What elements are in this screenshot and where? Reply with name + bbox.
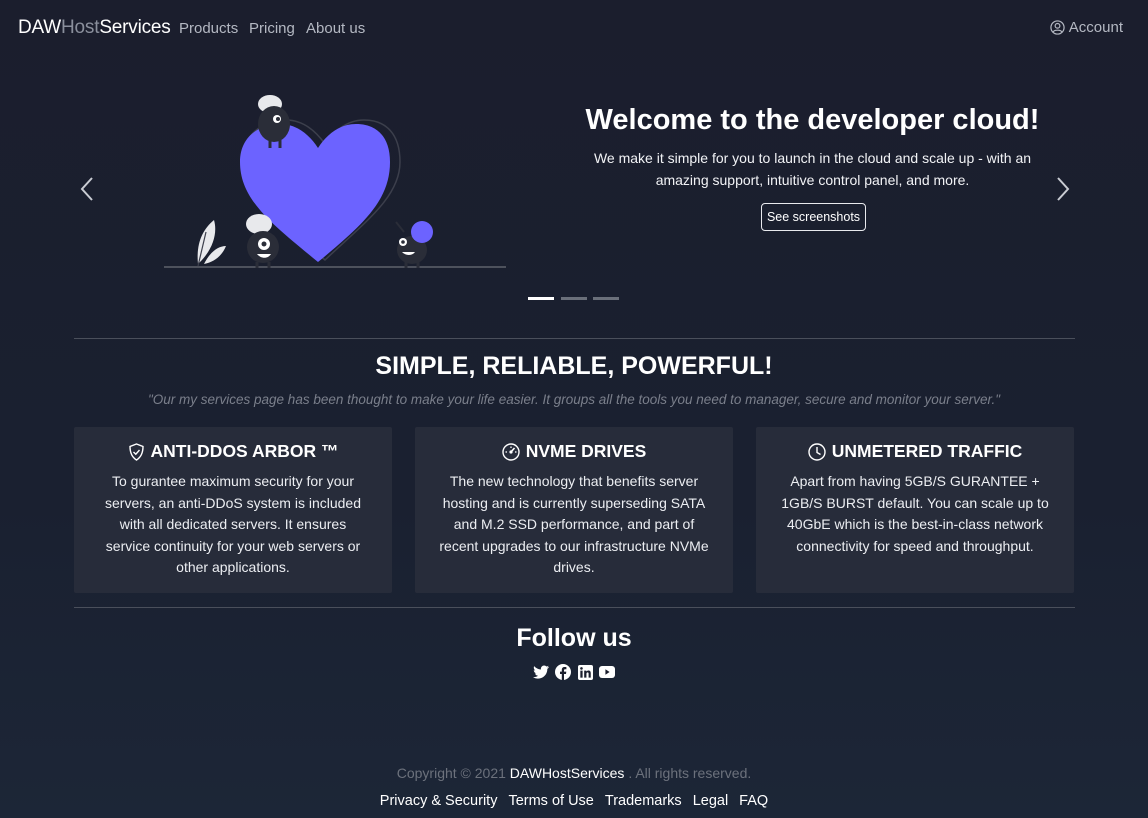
account-label: Account [1068, 19, 1123, 36]
footer-brand-link[interactable]: DAWHostServices [510, 765, 625, 781]
nav-link-products[interactable]: Products [179, 20, 238, 37]
features-subtitle: "Our my services page has been thought t… [147, 392, 1001, 407]
chevron-left-icon[interactable] [76, 175, 100, 203]
feature-text: Apart from having 5GB/S GURANTEE + 1GB/S… [781, 473, 1049, 554]
account-link[interactable]: Account [1050, 19, 1123, 36]
carousel-indicator-2[interactable] [561, 297, 587, 300]
footer-link-privacy[interactable]: Privacy & Security [380, 793, 498, 809]
divider [74, 338, 1075, 339]
footer-link-trademarks[interactable]: Trademarks [605, 793, 682, 809]
footer-link-terms[interactable]: Terms of Use [508, 793, 593, 809]
hero-description: We make it simple for you to launch in t… [593, 150, 1032, 188]
facebook-icon[interactable] [555, 664, 571, 680]
social-links [0, 664, 1148, 680]
feature-card-anti-ddos: ANTI-DDOS ARBOR ™ To gurantee maximum se… [74, 427, 392, 593]
feature-title: ANTI-DDOS ARBOR ™ [150, 441, 339, 461]
hero-carousel: Welcome to the developer cloud! We make … [0, 60, 1148, 320]
hero-title: Welcome to the developer cloud! [585, 104, 1040, 136]
follow-us-title: Follow us [516, 624, 632, 652]
navbar: DAWHostServices Products Pricing About u… [0, 0, 1148, 58]
chevron-right-icon[interactable] [1050, 175, 1074, 203]
clock-icon [808, 442, 826, 461]
copyright-text: Copyright © 2021 DAWHostServices . All r… [396, 765, 752, 781]
brand-logo[interactable]: DAWHostServices [18, 17, 171, 39]
hero-illustration [164, 95, 506, 268]
youtube-icon[interactable] [599, 664, 615, 680]
carousel-indicator-1[interactable] [528, 297, 554, 300]
feature-card-unmetered-traffic: UNMETERED TRAFFIC Apart from having 5GB/… [756, 427, 1074, 593]
linkedin-icon[interactable] [577, 664, 593, 680]
speedometer-icon [502, 442, 520, 461]
feature-title: UNMETERED TRAFFIC [831, 441, 1023, 461]
feature-text: To gurantee maximum security for your se… [105, 473, 361, 575]
feature-title: NVME DRIVES [525, 441, 647, 461]
nav-link-pricing[interactable]: Pricing [249, 20, 295, 37]
feature-card-nvme: NVME DRIVES The new technology that bene… [415, 427, 733, 593]
footer-link-faq[interactable]: FAQ [739, 793, 768, 809]
nav-link-about-us[interactable]: About us [306, 20, 365, 37]
footer-link-legal[interactable]: Legal [693, 793, 728, 809]
features-title: SIMPLE, RELIABLE, POWERFUL! [375, 352, 773, 380]
footer-links: Privacy & Security Terms of Use Trademar… [0, 793, 1148, 809]
user-circle-icon [1050, 20, 1065, 35]
divider [74, 607, 1075, 608]
see-screenshots-button[interactable]: See screenshots [761, 203, 866, 231]
carousel-indicator-3[interactable] [593, 297, 619, 300]
twitter-icon[interactable] [533, 664, 549, 680]
shield-check-icon [128, 442, 144, 461]
feature-text: The new technology that benefits server … [439, 473, 709, 575]
